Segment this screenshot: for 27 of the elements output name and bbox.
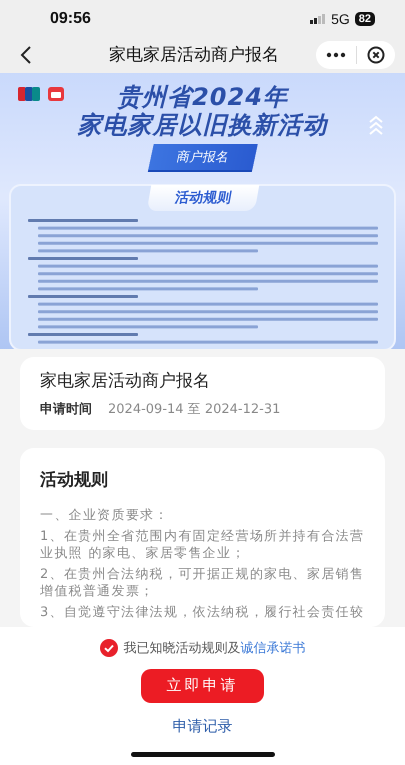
banner-subtitle: 家电家居以旧换新活动 xyxy=(78,111,328,140)
checked-circle-icon[interactable] xyxy=(100,638,118,657)
card-logo-icon xyxy=(18,86,40,101)
rules-paragraph: 3、自觉遵守法律法规，依法纳税，履行社会责任较 xyxy=(40,604,365,621)
rules-paragraph: 一、企业资质要求： xyxy=(40,506,170,524)
date-label: 申请时间 xyxy=(40,400,92,418)
banner-title: 贵州省2024年 xyxy=(117,82,288,112)
app-logo-icon xyxy=(48,86,64,101)
more-icon[interactable] xyxy=(326,52,346,58)
apply-button[interactable]: 立即申请 xyxy=(141,668,264,703)
rules-paragraph: 2、在贵州合法纳税，可开据正规的家电、家居销售增值税普通发票； xyxy=(40,566,365,600)
back-icon[interactable] xyxy=(20,44,32,65)
pledge-link[interactable]: 诚信承诺书 xyxy=(240,640,306,656)
records-link[interactable]: 申请记录 xyxy=(172,716,232,736)
date-range: 2024-09-14 至 2024-12-31 xyxy=(108,400,280,418)
page-title: 家电家居活动商户报名 xyxy=(108,44,280,66)
activity-title: 家电家居活动商户报名 xyxy=(40,370,211,392)
rules-title: 活动规则 xyxy=(40,468,109,491)
banner-badge: 商户报名 xyxy=(148,144,258,170)
battery-level: 82 xyxy=(354,12,375,26)
rules-paragraph: 1、在贵州全省范围内有固定经营场所并持有合法营业执照 的家电、家居零售企业； xyxy=(40,528,365,562)
network-label: 5G xyxy=(331,10,350,27)
agreement-text: 我已知晓活动规则及诚信承诺书 xyxy=(124,640,306,657)
status-time: 09:56 xyxy=(50,10,91,28)
close-icon[interactable] xyxy=(367,46,385,64)
signal-icon xyxy=(310,14,326,24)
chevron-up-icon xyxy=(369,114,383,137)
